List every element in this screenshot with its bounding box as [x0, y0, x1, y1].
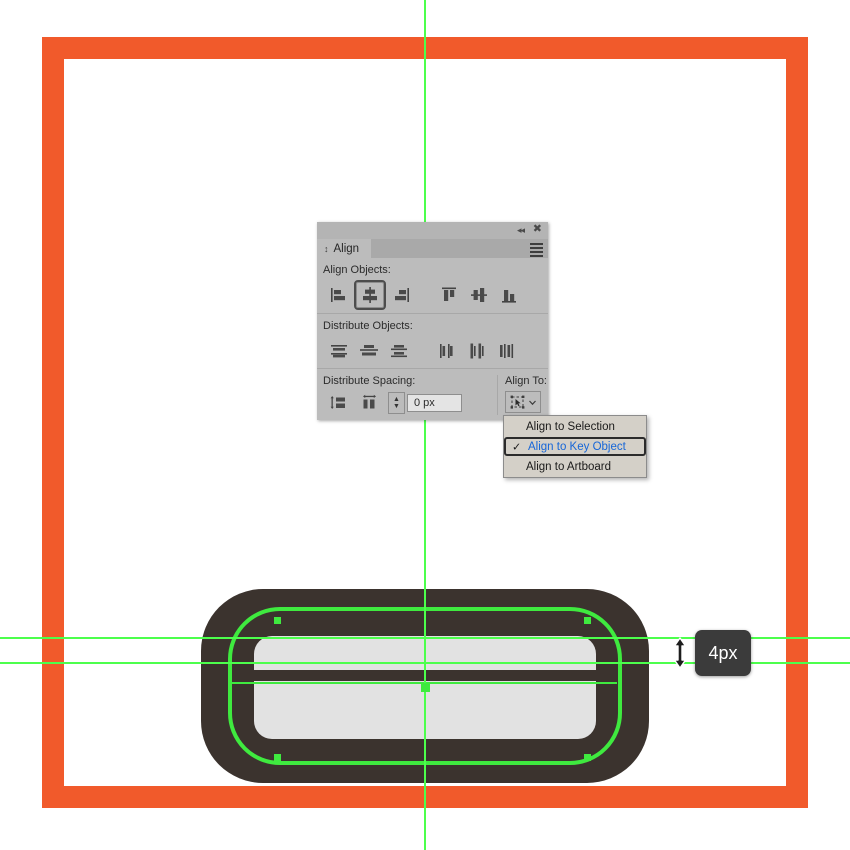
measurement-badge: 4px: [695, 630, 751, 676]
menu-item-align-to-key-object[interactable]: ✓ Align to Key Object: [504, 437, 646, 456]
horizontal-align-right-icon: [395, 288, 409, 302]
align-to-dropdown-menu[interactable]: Align to Selection ✓ Align to Key Object…: [503, 415, 647, 478]
align-horizontal-left-button[interactable]: [324, 281, 354, 309]
menu-item-label: Align to Artboard: [526, 460, 612, 473]
updown-arrows-icon: ↕: [324, 243, 329, 254]
illustrator-canvas: ◂◂ ✖ ↕ Align Align Objects: Distribute O…: [0, 0, 850, 850]
align-horizontal-center-button[interactable]: [354, 280, 386, 310]
close-icon[interactable]: ✖: [533, 223, 542, 235]
panel-titlebar: ◂◂ ✖: [317, 222, 548, 239]
align-horizontal-right-button[interactable]: [386, 281, 416, 309]
vertical-distribute-bottom-icon: [391, 345, 407, 358]
distribute-vertical-spacing-button[interactable]: [324, 389, 354, 417]
distribute-vertical-top-button[interactable]: [324, 337, 354, 365]
menu-item-align-to-artboard[interactable]: Align to Artboard: [504, 456, 646, 477]
spacing-stepper[interactable]: ▲ ▼: [388, 392, 405, 414]
align-vertical-bottom-button[interactable]: [494, 281, 524, 309]
vertical-distribute-center-icon: [360, 345, 378, 356]
horizontal-align-center-icon: [363, 287, 377, 303]
distribute-objects-label: Distribute Objects:: [323, 320, 413, 332]
menu-item-label: Align to Selection: [526, 420, 615, 433]
horizontal-distribute-center-icon: [470, 343, 484, 359]
distribute-horizontal-left-button[interactable]: [432, 337, 462, 365]
distribute-vertical-bottom-button[interactable]: [384, 337, 414, 365]
panel-divider-2: [317, 368, 548, 369]
hamburger-menu-icon[interactable]: [530, 243, 543, 257]
align-to-label: Align To:: [505, 375, 547, 387]
align-to-key-object-icon: [510, 395, 524, 409]
horizontal-distribute-right-icon: [500, 344, 514, 358]
anchor-point-top-right[interactable]: [584, 617, 591, 624]
menu-item-align-to-selection[interactable]: Align to Selection: [504, 416, 646, 437]
distribute-horizontal-spacing-button[interactable]: [354, 389, 384, 417]
vertical-align-bottom-icon: [502, 290, 516, 303]
anchor-point-top-left[interactable]: [274, 617, 281, 624]
panel-tab-row: ↕ Align: [317, 239, 548, 258]
spacing-align-area: Distribute Spacing: ▲ ▼ 0 px Align To:: [317, 375, 548, 415]
measurement-value: 4px: [708, 642, 738, 663]
tab-align-label: Align: [333, 242, 360, 255]
anchor-point-bottom-left[interactable]: [274, 754, 281, 761]
anchor-point-bottom-right[interactable]: [584, 754, 591, 761]
distribute-spacing-row: ▲ ▼ 0 px: [317, 391, 497, 415]
align-objects-label: Align Objects:: [323, 264, 391, 276]
vertical-distribute-spacing-icon: [330, 396, 345, 409]
align-vertical-top-button[interactable]: [434, 281, 464, 309]
distribute-objects-row: [317, 336, 548, 366]
spacing-input[interactable]: 0 px: [407, 394, 462, 412]
horizontal-distribute-spacing-icon: [363, 394, 376, 409]
distribute-spacing-section: Distribute Spacing: ▲ ▼ 0 px: [317, 375, 497, 415]
chevron-down-icon: [528, 400, 536, 405]
vertical-resize-cursor-icon: [673, 637, 687, 669]
distribute-vertical-center-button[interactable]: [354, 337, 384, 365]
stepper-up-icon: ▲: [393, 396, 400, 403]
vertical-align-center-icon: [471, 288, 487, 302]
double-chevron-left-icon[interactable]: ◂◂: [517, 225, 525, 235]
vertical-guide-center: [424, 0, 426, 850]
menu-item-label: Align to Key Object: [528, 440, 626, 453]
vertical-distribute-top-icon: [331, 345, 347, 358]
tab-align[interactable]: ↕ Align: [317, 239, 372, 258]
panel-body: Align Objects: Distribute Objects: Distr…: [317, 258, 548, 415]
vertical-align-top-icon: [442, 287, 456, 301]
panel-divider-1: [317, 313, 548, 314]
align-vertical-center-button[interactable]: [464, 281, 494, 309]
center-anchor-point[interactable]: [421, 683, 430, 692]
align-objects-row: [317, 280, 548, 310]
horizontal-align-left-icon: [331, 288, 345, 302]
align-to-dropdown-button[interactable]: [505, 391, 541, 413]
align-to-section: Align To:: [497, 375, 548, 415]
stepper-down-icon: ▼: [393, 403, 400, 410]
horizontal-distribute-left-icon: [440, 344, 453, 358]
align-panel[interactable]: ◂◂ ✖ ↕ Align Align Objects: Distribute O…: [317, 222, 548, 420]
check-icon: ✓: [512, 441, 522, 453]
distribute-horizontal-center-button[interactable]: [462, 337, 492, 365]
distribute-horizontal-right-button[interactable]: [492, 337, 522, 365]
